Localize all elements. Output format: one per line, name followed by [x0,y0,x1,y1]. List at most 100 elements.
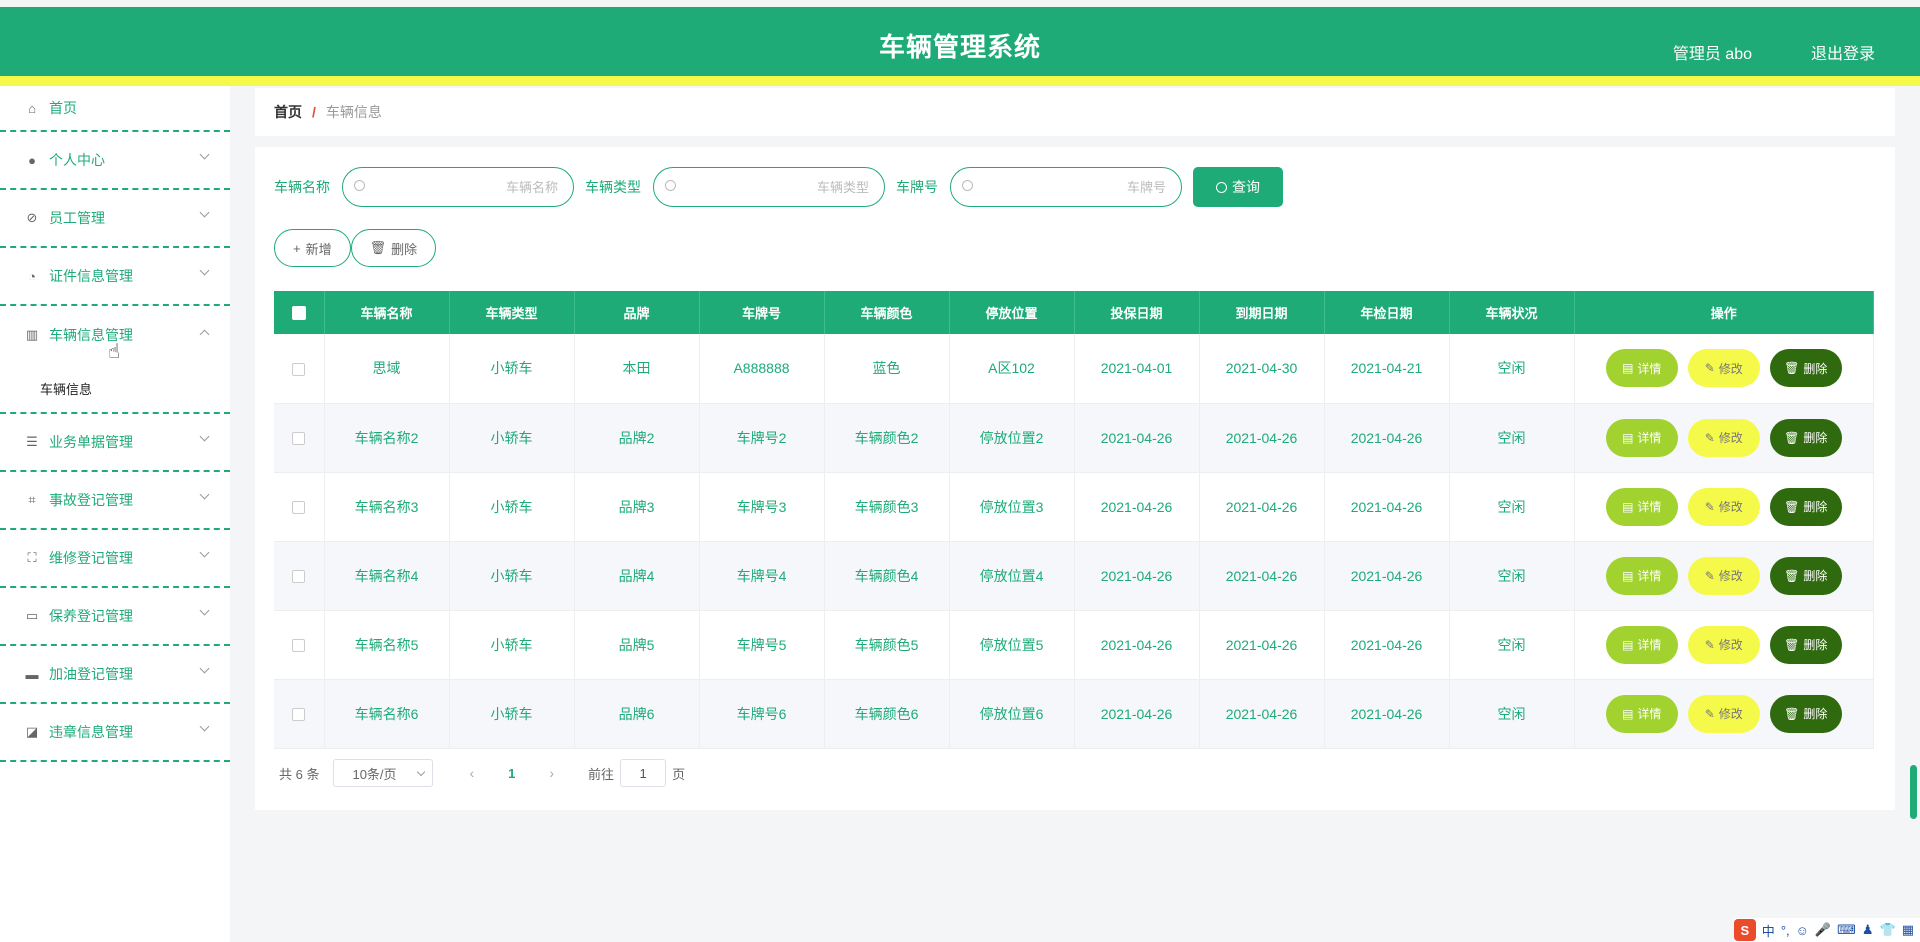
chevron-up-icon [199,329,210,340]
select-all-cell [274,291,325,334]
detail-button[interactable]: ▤ 详情 [1605,349,1678,388]
edit-button[interactable]: ✎ 修改 [1687,694,1760,733]
detail-button[interactable]: ▤ 详情 [1605,694,1678,733]
delete-button[interactable]: 🗑 删除 [1769,556,1842,595]
chevron-down-icon [199,265,210,276]
row-checkbox[interactable] [292,363,306,377]
column-header[interactable]: 车辆名称 [324,291,450,334]
gauge-icon: ◔ [28,268,36,284]
sidebar-item-maintenance[interactable]: ▭ 保养登记管理 [0,588,230,646]
row-actions-cell: ▤ 详情 ✎ 修改 🗑 删除 [1574,679,1874,749]
prev-page-icon[interactable]: ‹ [469,765,474,781]
document-icon: ▤ [1622,637,1634,652]
row-select-cell [274,679,325,749]
goto-label: 前往 [588,766,615,782]
column-header[interactable]: 车辆颜色 [824,291,950,334]
table-cell: 车牌号3 [699,472,825,542]
vehicle-name-input[interactable] [373,176,558,198]
column-header[interactable]: 停放位置 [949,291,1075,334]
column-header[interactable]: 车牌号 [699,291,825,334]
grid-icon[interactable]: ▦ [1902,922,1914,938]
delete-button-label: 删除 [391,241,418,257]
sidebar-item-business[interactable]: ☰ 业务单据管理 [0,414,230,472]
delete-button[interactable]: 🗑 删除 [1769,349,1842,388]
sidebar-item-accidents[interactable]: ⌗ 事故登记管理 [0,472,230,530]
search-icon [962,180,973,191]
column-header[interactable]: 投保日期 [1074,291,1200,334]
goto-page-input[interactable] [620,759,667,787]
edit-button[interactable]: ✎ 修改 [1687,556,1760,595]
row-checkbox[interactable] [292,432,306,446]
sidebar-item-home[interactable]: ⌂ 首页 [0,86,230,132]
delete-button-label: 删除 [1803,638,1828,652]
chevron-down-icon [199,207,210,218]
breadcrumb-home[interactable]: 首页 [274,102,302,122]
plate-number-input[interactable] [981,176,1166,198]
punctuation-icon[interactable]: °, [1781,923,1790,938]
row-checkbox[interactable] [292,501,306,515]
add-button[interactable]: + 新增 [274,229,351,267]
row-checkbox[interactable] [292,708,306,722]
sidebar-subitem-vehicle-info[interactable]: 车辆信息 [0,364,230,414]
delete-button[interactable]: 🗑 删除 [1769,625,1842,664]
detail-button[interactable]: ▤ 详情 [1605,625,1678,664]
page-scrollbar[interactable] [1910,765,1917,819]
select-all-checkbox[interactable] [291,306,306,321]
sidebar-item-certificates[interactable]: ◔ 证件信息管理 [0,248,230,306]
sidebar-item-personal[interactable]: ● 个人中心 [0,132,230,190]
detail-button[interactable]: ▤ 详情 [1605,418,1678,457]
table-cell: 2021-04-26 [1324,679,1450,749]
user-icon[interactable]: ♟ [1862,922,1874,938]
table-cell: 小轿车 [449,679,575,749]
edit-button[interactable]: ✎ 修改 [1687,349,1760,388]
trash-icon: 🗑 [1784,637,1800,652]
row-actions-cell: ▤ 详情 ✎ 修改 🗑 删除 [1574,610,1874,680]
sidebar-item-label: 保养登记管理 [49,608,133,624]
edit-button[interactable]: ✎ 修改 [1687,418,1760,457]
column-header[interactable]: 年检日期 [1324,291,1450,334]
column-header[interactable]: 车辆状况 [1449,291,1575,334]
column-header: 操作 [1574,291,1874,334]
edit-button[interactable]: ✎ 修改 [1687,487,1760,526]
delete-button-label: 删除 [1803,500,1828,514]
delete-button[interactable]: 🗑 删除 [1769,418,1842,457]
batch-delete-button[interactable]: 🗑 删除 [350,229,437,267]
sidebar-item-fuel[interactable]: ▬ 加油登记管理 [0,646,230,704]
edit-button-label: 修改 [1718,569,1743,583]
row-checkbox[interactable] [292,639,306,653]
page-size-select[interactable]: 10条/页 [333,759,434,787]
column-header[interactable]: 品牌 [574,291,700,334]
detail-button[interactable]: ▤ 详情 [1605,487,1678,526]
skin-icon[interactable]: 👕 [1880,922,1896,938]
delete-button[interactable]: 🗑 删除 [1769,487,1842,526]
edit-button[interactable]: ✎ 修改 [1687,625,1760,664]
vehicle-type-input[interactable] [684,176,869,198]
table-cell: 车辆颜色6 [824,679,950,749]
sidebar-item-repairs[interactable]: ⛶ 维修登记管理 [0,530,230,588]
column-header[interactable]: 车辆类型 [449,291,575,334]
keyboard-icon[interactable]: ⌨ [1837,922,1856,938]
microphone-icon[interactable]: 🎤 [1815,922,1831,938]
table-cell: 车辆名称6 [324,679,450,749]
vehicle-table: 车辆名称 车辆类型 品牌 车牌号 车辆颜色 停放位置 投保日期 到期日期 年检日… [274,291,1874,749]
ime-lang-indicator[interactable]: 中 [1762,921,1775,940]
detail-button[interactable]: ▤ 详情 [1605,556,1678,595]
table-cell: 品牌6 [574,679,700,749]
table-cell: 品牌3 [574,472,700,542]
column-header[interactable]: 到期日期 [1199,291,1325,334]
logout-link[interactable]: 退出登录 [1811,40,1875,64]
detail-button-label: 详情 [1637,707,1662,721]
delete-button[interactable]: 🗑 删除 [1769,694,1842,733]
sidebar-item-label: 业务单据管理 [49,434,133,450]
emoji-icon[interactable]: ☺ [1796,923,1809,938]
next-page-icon[interactable]: › [549,765,554,781]
row-actions: ▤ 详情 ✎ 修改 🗑 删除 [1575,487,1874,526]
table-cell: 车辆名称3 [324,472,450,542]
row-checkbox[interactable] [292,570,306,584]
page-number-current[interactable]: 1 [508,766,515,781]
query-button[interactable]: 查询 [1193,167,1283,207]
row-actions: ▤ 详情 ✎ 修改 🗑 删除 [1575,418,1874,457]
sidebar-item-violations[interactable]: ◪ 违章信息管理 [0,704,230,762]
table-cell: 2021-04-26 [1074,403,1200,473]
sidebar-item-staff[interactable]: ⊘ 员工管理 [0,190,230,248]
